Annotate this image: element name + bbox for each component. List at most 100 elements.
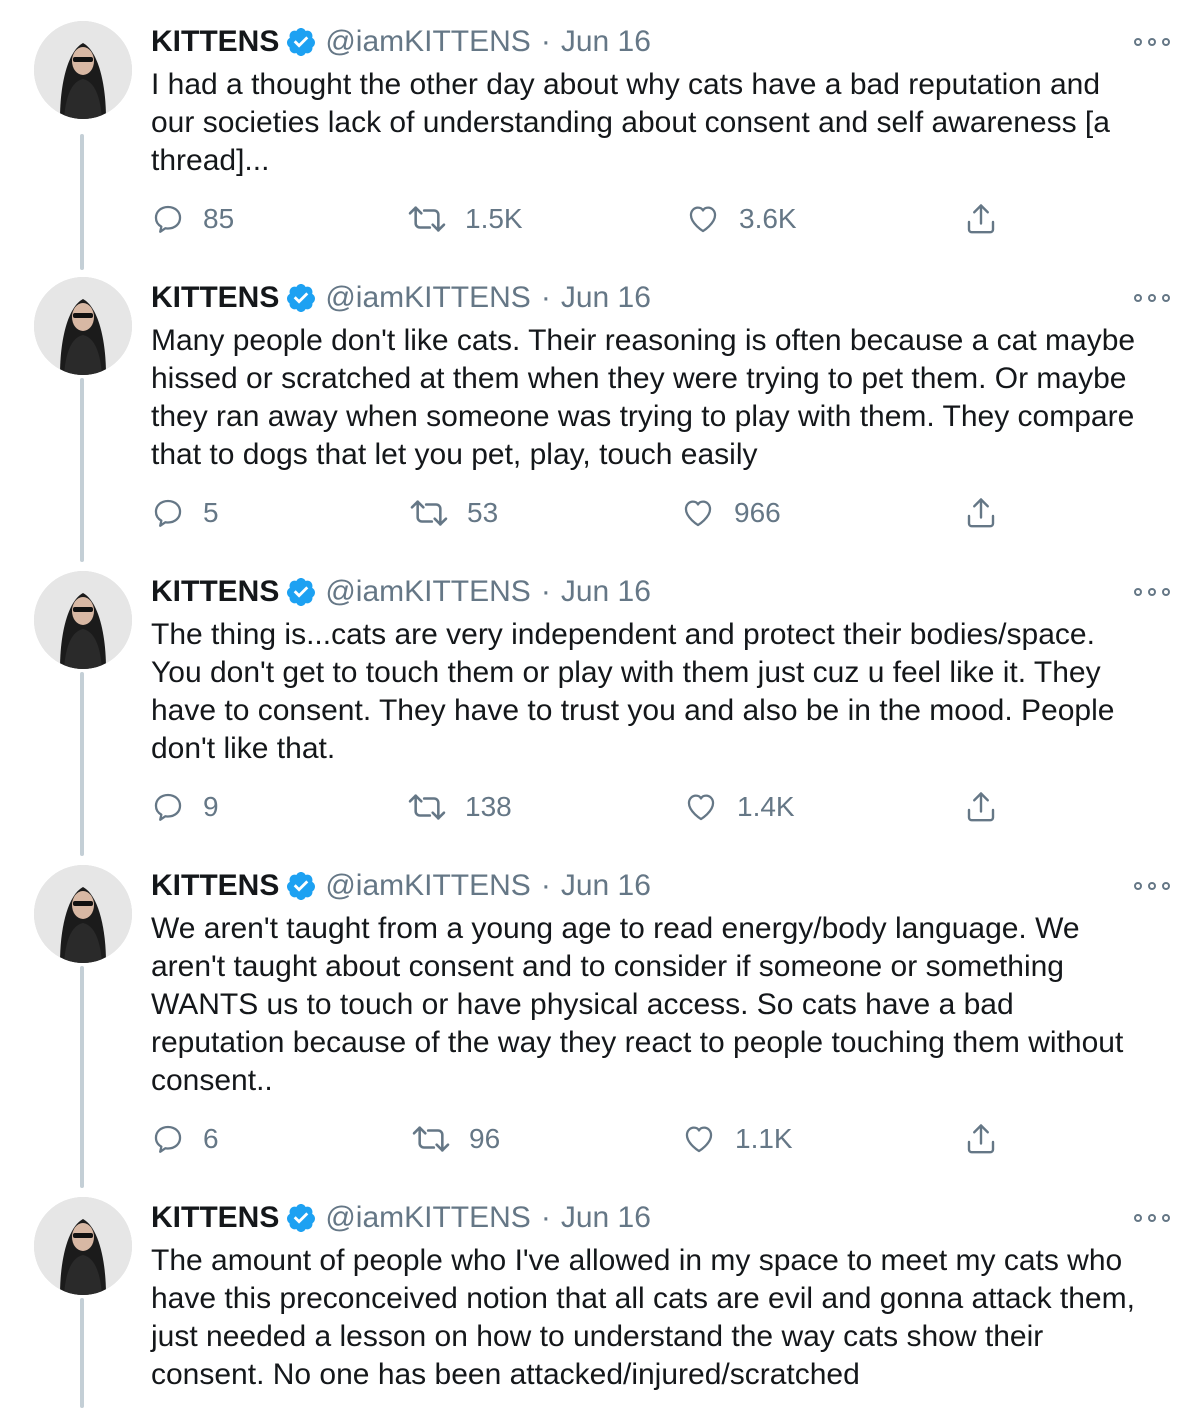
more-options-icon[interactable] xyxy=(1134,1211,1170,1225)
tweet-date[interactable]: Jun 16 xyxy=(561,281,651,315)
tweet-actions: 5 53 966 xyxy=(151,491,1031,535)
like-count: 1.4K xyxy=(737,791,795,822)
more-options-icon[interactable] xyxy=(1134,585,1170,599)
avatar-image xyxy=(34,1197,132,1295)
verified-badge-icon xyxy=(285,26,317,58)
retweet-count: 1.5K xyxy=(465,203,523,234)
verified-badge-icon xyxy=(285,576,317,608)
retweet-icon xyxy=(412,1126,450,1152)
separator-dot: · xyxy=(540,25,551,58)
tweet-header: KITTENS @iamKITTENS · Jun 16 xyxy=(151,866,651,906)
thread-line xyxy=(80,1298,84,1408)
thread-line xyxy=(80,378,84,562)
reply-icon xyxy=(154,499,182,527)
verified-badge-icon xyxy=(285,870,317,902)
retweet-count: 53 xyxy=(467,497,499,528)
like-button[interactable]: 1.1K xyxy=(681,1117,793,1161)
like-button[interactable]: 3.6K xyxy=(685,197,797,241)
user-handle[interactable]: @iamKITTENS xyxy=(325,1201,530,1235)
avatar[interactable] xyxy=(34,1197,132,1295)
user-handle[interactable]: @iamKITTENS xyxy=(325,575,530,609)
like-count: 966 xyxy=(734,497,781,528)
tweet-text: We aren't taught from a young age to rea… xyxy=(151,912,1124,1097)
display-name[interactable]: KITTENS xyxy=(151,575,279,609)
share-button[interactable] xyxy=(963,785,999,829)
tweet-header: KITTENS @iamKITTENS · Jun 16 xyxy=(151,1198,651,1238)
reply-count: 85 xyxy=(203,203,235,234)
reply-icon xyxy=(154,793,182,821)
reply-count: 9 xyxy=(203,791,219,822)
tweet-date[interactable]: Jun 16 xyxy=(561,575,651,609)
separator-dot: · xyxy=(540,281,551,314)
more-options-icon[interactable] xyxy=(1134,35,1170,49)
avatar[interactable] xyxy=(34,277,132,375)
separator-dot: · xyxy=(540,1201,551,1234)
reply-button[interactable]: 6 xyxy=(151,1117,219,1161)
like-button[interactable]: 1.4K xyxy=(683,785,795,829)
retweet-icon xyxy=(408,206,446,232)
share-icon xyxy=(967,204,995,234)
tweet-date[interactable]: Jun 16 xyxy=(561,1201,651,1235)
verified-badge-icon xyxy=(285,282,317,314)
user-handle[interactable]: @iamKITTENS xyxy=(325,25,530,59)
avatar-image xyxy=(34,277,132,375)
share-icon xyxy=(967,498,995,528)
retweet-button[interactable]: 138 xyxy=(407,785,512,829)
share-button[interactable] xyxy=(963,197,999,241)
reply-count: 6 xyxy=(203,1123,219,1154)
avatar-image xyxy=(34,571,132,669)
display-name[interactable]: KITTENS xyxy=(151,281,279,315)
display-name[interactable]: KITTENS xyxy=(151,1201,279,1235)
tweet-date[interactable]: Jun 16 xyxy=(561,25,651,59)
avatar[interactable] xyxy=(34,21,132,119)
tweet-actions: 9 138 1.4K xyxy=(151,785,1031,829)
heart-icon xyxy=(687,794,715,821)
thread-line xyxy=(80,134,84,270)
tweet-text: The amount of people who I've allowed in… xyxy=(151,1244,1135,1391)
tweet-actions: 85 1.5K 3.6K xyxy=(151,197,1031,241)
share-icon xyxy=(967,1124,995,1154)
retweet-button[interactable]: 96 xyxy=(411,1117,500,1161)
like-count: 3.6K xyxy=(739,203,797,234)
share-icon xyxy=(967,792,995,822)
reply-button[interactable]: 5 xyxy=(151,491,219,535)
avatar[interactable] xyxy=(34,865,132,963)
retweet-count: 138 xyxy=(465,791,512,822)
share-button[interactable] xyxy=(963,491,999,535)
tweet-text: I had a thought the other day about why … xyxy=(151,68,1110,177)
thread-line xyxy=(80,672,84,856)
tweet-text: The thing is...cats are very independent… xyxy=(151,618,1115,765)
display-name[interactable]: KITTENS xyxy=(151,25,279,59)
separator-dot: · xyxy=(540,575,551,608)
display-name[interactable]: KITTENS xyxy=(151,869,279,903)
tweet-header: KITTENS @iamKITTENS · Jun 16 xyxy=(151,22,651,62)
user-handle[interactable]: @iamKITTENS xyxy=(325,281,530,315)
heart-icon xyxy=(685,1126,713,1153)
avatar[interactable] xyxy=(34,571,132,669)
avatar-image xyxy=(34,865,132,963)
retweet-button[interactable]: 53 xyxy=(409,491,498,535)
user-handle[interactable]: @iamKITTENS xyxy=(325,869,530,903)
tweet-text: Many people don't like cats. Their reaso… xyxy=(151,324,1136,471)
tweet-date[interactable]: Jun 16 xyxy=(561,869,651,903)
retweet-button[interactable]: 1.5K xyxy=(407,197,523,241)
separator-dot: · xyxy=(540,869,551,902)
reply-icon xyxy=(154,1125,182,1153)
reply-count: 5 xyxy=(203,497,219,528)
reply-button[interactable]: 85 xyxy=(151,197,234,241)
retweet-icon xyxy=(408,794,446,820)
tweet-actions: 6 96 1.1K xyxy=(151,1117,1031,1161)
reply-icon xyxy=(154,205,182,233)
share-button[interactable] xyxy=(963,1117,999,1161)
like-button[interactable]: 966 xyxy=(680,491,781,535)
tweet-header: KITTENS @iamKITTENS · Jun 16 xyxy=(151,278,651,318)
heart-icon xyxy=(684,500,712,527)
like-count: 1.1K xyxy=(735,1123,793,1154)
heart-icon xyxy=(689,206,717,233)
reply-button[interactable]: 9 xyxy=(151,785,219,829)
tweet-header: KITTENS @iamKITTENS · Jun 16 xyxy=(151,572,651,612)
more-options-icon[interactable] xyxy=(1134,291,1170,305)
thread-line xyxy=(80,966,84,1188)
more-options-icon[interactable] xyxy=(1134,879,1170,893)
avatar-image xyxy=(34,21,132,119)
